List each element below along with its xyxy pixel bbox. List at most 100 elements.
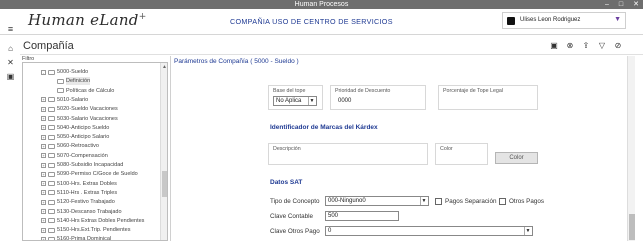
tree-item[interactable]: +5150-Hrs.Ext.Trip. Pendientes: [41, 226, 130, 234]
tree-item[interactable]: Políticas de Cálculo: [57, 87, 114, 95]
folder-icon: [48, 209, 55, 214]
expand-icon[interactable]: +: [41, 218, 46, 224]
tree-item-label: 5140-Hrs Extras Dobles Pendientes: [57, 217, 145, 224]
tree-item[interactable]: +5130-Descanso Trabajado: [41, 208, 122, 216]
expand-icon[interactable]: +: [41, 227, 46, 233]
expand-icon[interactable]: +: [41, 199, 46, 205]
expand-icon[interactable]: +: [41, 153, 46, 159]
user-avatar: [507, 17, 515, 25]
tree-item[interactable]: +5070-Compensación: [41, 152, 108, 160]
folder-icon: [48, 236, 55, 240]
expand-icon[interactable]: +: [41, 97, 46, 103]
tree-item[interactable]: +5030-Salario Vacaciones: [41, 115, 118, 123]
tree-item[interactable]: +5100-Hrs. Extras Dobles: [41, 180, 117, 188]
tree-item[interactable]: +5020-Sueldo Vacaciones: [41, 105, 118, 113]
user-selector[interactable]: Ulises Leon Rodriguez ▼: [502, 12, 626, 29]
base-tope-select[interactable]: No Aplica ▼: [273, 96, 317, 106]
expand-icon[interactable]: +: [41, 171, 46, 177]
tree-item[interactable]: +5040-Anticipo Sueldo: [41, 124, 109, 132]
expand-icon[interactable]: +: [41, 181, 46, 187]
tree-item-label: 5100-Hrs. Extras Dobles: [57, 180, 117, 187]
tree-item-label: 5110-Hrs . Extras Triples: [57, 189, 118, 196]
close-window-button[interactable]: ✕: [633, 0, 639, 9]
otros-pagos-checkbox[interactable]: [499, 198, 506, 205]
folder-icon: [48, 97, 55, 103]
save-icon[interactable]: ▣: [549, 41, 559, 51]
chevron-down-icon[interactable]: ▼: [614, 16, 621, 23]
folder-icon: [48, 227, 55, 233]
form-scrollbar[interactable]: [627, 56, 635, 241]
clave-contable-input[interactable]: 500: [325, 211, 399, 221]
home-icon[interactable]: ⌂: [6, 44, 15, 53]
pagos-separacion-checkbox[interactable]: [435, 198, 442, 205]
base-tope-label: Base del tope: [273, 88, 306, 94]
close-icon[interactable]: ⊘: [613, 41, 623, 51]
tree-item-label: 5050-Anticipo Salario: [57, 134, 110, 141]
expand-icon[interactable]: +: [41, 209, 46, 214]
tipo-concepto-label: Tipo de Concepto: [270, 198, 320, 205]
tipo-concepto-select[interactable]: 000-Ninguno0 ▼: [325, 196, 429, 206]
folder-icon: [48, 69, 55, 75]
tree-item-label: 5090-Permiso C/Goce de Sueldo: [57, 171, 138, 178]
expand-icon[interactable]: +: [41, 125, 46, 131]
chevron-down-icon: ▼: [524, 227, 531, 235]
tree-item-label: 5150-Hrs.Ext.Trip. Pendientes: [57, 227, 131, 234]
color-button[interactable]: Color: [495, 152, 538, 164]
tree-item[interactable]: +5060-Retroactivo: [41, 142, 99, 150]
tree-item[interactable]: +5090-Permiso C/Goce de Sueldo: [41, 170, 138, 178]
color-label: Color: [440, 146, 453, 152]
tree-item-label: 5000-Sueldo: [57, 69, 89, 75]
expand-icon[interactable]: +: [41, 134, 46, 140]
folder-icon: [48, 134, 55, 140]
sat-section-title: Datos SAT: [270, 179, 303, 186]
tree-item-label: 5080-Subsidio Incapacidad: [57, 162, 124, 168]
prioridad-field[interactable]: 0000: [338, 98, 351, 104]
image-icon[interactable]: ▣: [6, 72, 15, 81]
scroll-up-icon[interactable]: ▲: [162, 64, 167, 70]
tree-item-label: 5120-Festivo Trabajado: [57, 199, 115, 206]
tools-icon[interactable]: ✕: [6, 58, 15, 67]
folder-icon: [48, 171, 55, 177]
tree-item-label: Políticas de Cálculo: [66, 87, 115, 94]
minimize-button[interactable]: –: [605, 0, 609, 9]
form-title: Parámetros de Compañía ( 5000 - Sueldo ): [174, 58, 299, 65]
expand-icon[interactable]: +: [41, 116, 46, 121]
tree-item[interactable]: +5110-Hrs . Extras Triples: [41, 189, 117, 197]
tree-scroll-thumb[interactable]: [162, 171, 167, 197]
chevron-down-icon: ▼: [420, 197, 427, 205]
folder-icon: [48, 162, 55, 168]
tree-item[interactable]: +5050-Anticipo Salario: [41, 133, 109, 141]
concept-tree: - 5000-Sueldo Definición Políticas de Cálcu…: [22, 62, 168, 241]
tree-item-label: 5060-Retroactivo: [57, 143, 99, 150]
left-icon-strip: ≡ ⌂ ✕ ▣: [0, 25, 20, 241]
export-icon[interactable]: ⇪: [581, 41, 591, 51]
tree-item[interactable]: +5160-Prima Dominical: [41, 235, 111, 240]
tree-item[interactable]: +5140-Hrs Extras Dobles Pendientes: [41, 217, 144, 225]
tree-item[interactable]: +5010-Salario: [41, 96, 88, 104]
filter-icon[interactable]: ▽: [597, 41, 607, 51]
tree-item[interactable]: - 5000-Sueldo: [41, 68, 88, 76]
chevron-down-icon: ▼: [308, 97, 315, 105]
folder-icon: [48, 218, 55, 224]
menu-icon[interactable]: ≡: [6, 25, 15, 34]
divider: [20, 54, 643, 55]
expand-icon[interactable]: +: [41, 190, 46, 196]
expand-icon[interactable]: +: [41, 236, 46, 240]
app-logo: Human eLand+: [28, 11, 147, 29]
folder-icon: [48, 143, 55, 149]
tree-item-label: 5010-Salario: [57, 96, 89, 103]
expand-icon[interactable]: +: [41, 106, 46, 112]
tree-item[interactable]: +5080-Subsidio Incapacidad: [41, 161, 123, 169]
tree-item-label: Definición: [66, 77, 91, 86]
form-scroll-thumb[interactable]: [629, 214, 635, 240]
expand-icon[interactable]: +: [41, 162, 46, 168]
clear-icon[interactable]: ⊗: [565, 41, 575, 51]
tree-item[interactable]: +5120-Festivo Trabajado: [41, 198, 115, 206]
tree-item[interactable]: Definición: [57, 77, 91, 86]
collapse-icon[interactable]: -: [41, 69, 46, 75]
maximize-button[interactable]: □: [619, 0, 623, 9]
clave-otros-pago-select[interactable]: 0 ▼: [325, 226, 533, 236]
tree-scrollbar[interactable]: ▲: [160, 63, 167, 240]
clave-otros-pago-label: Clave Otros Pago: [270, 228, 320, 235]
expand-icon[interactable]: +: [41, 143, 46, 149]
